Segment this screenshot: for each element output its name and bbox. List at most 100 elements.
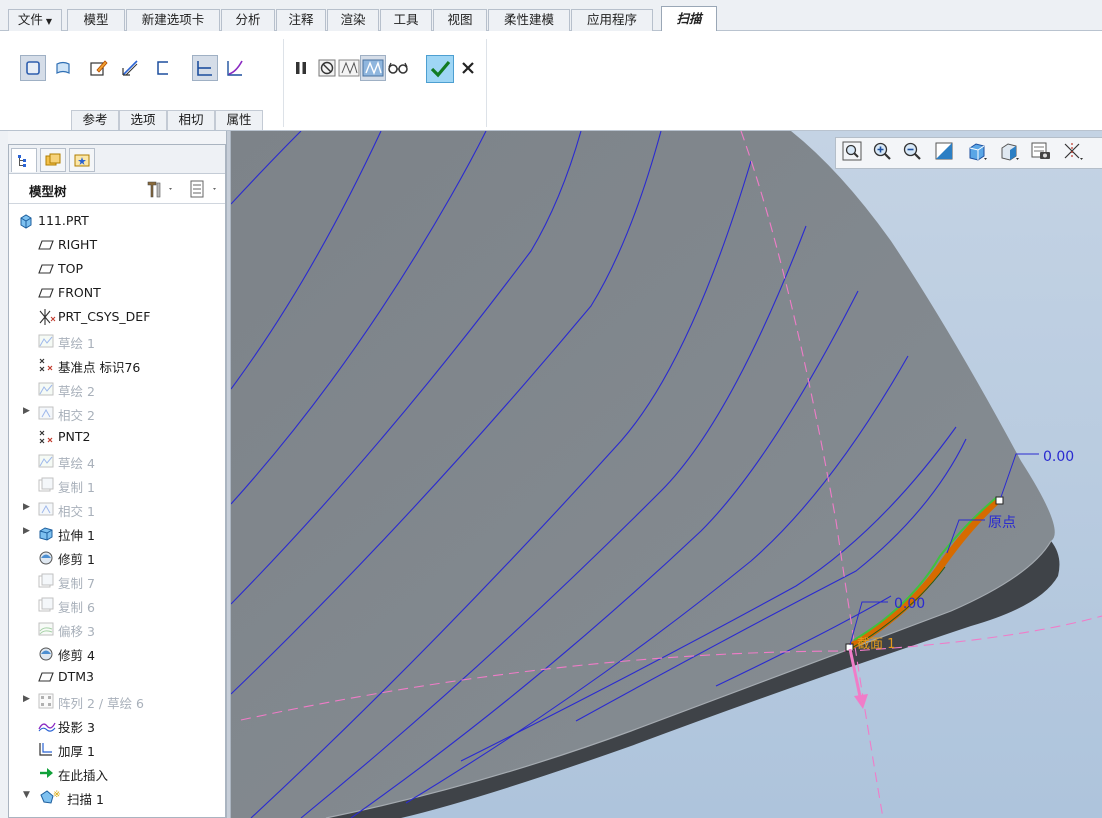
dimension-bottom[interactable]: 0.00	[894, 596, 925, 612]
tree-item[interactable]: 复制 1	[9, 473, 225, 497]
tree-item[interactable]: 修剪 1	[9, 545, 225, 569]
tree-item-label: PNT2	[58, 429, 91, 444]
tree-item-label: 拉伸 1	[58, 528, 95, 543]
preview-geometry-button[interactable]	[336, 55, 362, 81]
tree-item[interactable]: 加厚 1	[9, 737, 225, 761]
graphics-window[interactable]: 0.00 0.00 原点 截面 1	[231, 131, 1102, 818]
tab-file[interactable]: 文件 ▼	[8, 9, 62, 31]
tree-item-label: 基准点 标识76	[58, 360, 141, 375]
model-tree-header: 模型树	[9, 174, 225, 204]
ok-button[interactable]	[426, 55, 454, 83]
subtab-tangency-label: 相切	[178, 112, 204, 127]
tree-item[interactable]: ▶ 拉伸 1	[9, 521, 225, 545]
tree-item[interactable]: 草绘 1	[9, 329, 225, 353]
section-label[interactable]: 截面 1	[857, 637, 895, 652]
tab-folder-browser[interactable]	[40, 148, 66, 172]
zoom-out-button[interactable]	[902, 141, 928, 167]
expand-arrow-icon[interactable]: ▶	[23, 502, 33, 514]
tab-sweep[interactable]: 扫描	[661, 6, 717, 32]
solid-button[interactable]	[20, 55, 46, 81]
insert-here-icon	[38, 765, 54, 781]
datum-display-button[interactable]	[1062, 141, 1088, 167]
tree-item[interactable]: ▶ 相交 1	[9, 497, 225, 521]
expand-arrow-icon[interactable]: ▶	[23, 694, 33, 706]
surface-button[interactable]	[50, 55, 76, 81]
favorites-icon	[74, 154, 90, 167]
subtab-references[interactable]: 参考	[71, 110, 119, 130]
sketch-edit-icon	[90, 60, 108, 76]
intersect-icon	[38, 501, 54, 517]
tab-render[interactable]: 渲染	[327, 9, 379, 31]
sketch-icon	[38, 333, 54, 349]
tab-favorites[interactable]	[69, 148, 95, 172]
tree-item[interactable]: ▶ 相交 2	[9, 401, 225, 425]
trajectory-end-handle[interactable]	[995, 496, 1004, 505]
tree-item[interactable]: ▶ 阵列 2 / 草绘 6	[9, 689, 225, 713]
repaint-button[interactable]	[934, 141, 960, 167]
tree-item[interactable]: 草绘 2	[9, 377, 225, 401]
tree-item[interactable]: ▼ ※ 扫描 1	[9, 785, 225, 809]
variable-section-button[interactable]	[222, 55, 248, 81]
tab-applications[interactable]: 应用程序	[571, 9, 653, 31]
tree-item[interactable]: PNT2	[9, 425, 225, 449]
display-style-button[interactable]	[966, 141, 992, 167]
copy-icon	[38, 573, 54, 589]
copy-icon	[38, 477, 54, 493]
tab-analysis[interactable]: 分析	[221, 9, 275, 31]
tab-model[interactable]: 模型	[67, 9, 125, 31]
extrude-icon	[38, 525, 54, 541]
thicken-sketch-button[interactable]	[117, 55, 143, 81]
saved-orientations-button[interactable]	[998, 141, 1024, 167]
expand-arrow-icon[interactable]: ▶	[23, 406, 33, 418]
pause-button[interactable]	[288, 55, 314, 81]
tree-item-label: 111.PRT	[38, 213, 89, 228]
tab-annotate[interactable]: 注释	[276, 9, 326, 31]
saved-views-icon	[1001, 143, 1019, 161]
tree-item[interactable]: PRT_CSYS_DEF	[9, 305, 225, 329]
verify-mode-button[interactable]	[385, 55, 411, 81]
zoom-in-button[interactable]	[872, 141, 898, 167]
tree-item[interactable]: RIGHT	[9, 233, 225, 257]
subtab-references-label: 参考	[82, 112, 108, 127]
constant-section-button[interactable]	[192, 55, 218, 81]
remove-material-button[interactable]	[150, 55, 176, 81]
tab-new-tab[interactable]: 新建选项卡	[126, 9, 220, 31]
tree-item[interactable]: 修剪 4	[9, 641, 225, 665]
tree-item[interactable]: 在此插入	[9, 761, 225, 785]
preview-feature-button[interactable]	[360, 55, 386, 81]
refit-button[interactable]	[842, 141, 868, 167]
subtab-tangency[interactable]: 相切	[167, 110, 215, 130]
tree-item-label: 加厚 1	[58, 744, 95, 759]
tree-settings-button[interactable]	[145, 179, 177, 202]
tree-item[interactable]: 复制 6	[9, 593, 225, 617]
tree-item[interactable]: 投影 3	[9, 713, 225, 737]
tab-sweep-label: 扫描	[676, 11, 702, 26]
collapse-arrow-icon[interactable]: ▼	[23, 790, 33, 802]
subtab-properties[interactable]: 属性	[215, 110, 263, 130]
view-manager-button[interactable]	[1030, 141, 1056, 167]
tree-item[interactable]: 复制 7	[9, 569, 225, 593]
datum-plane-icon	[38, 285, 54, 301]
dimension-top[interactable]: 0.00	[1043, 449, 1074, 465]
expand-arrow-icon[interactable]: ▶	[23, 526, 33, 538]
create-edit-section-button[interactable]	[85, 55, 111, 81]
remove-material-icon	[157, 61, 168, 75]
show-list-icon	[190, 180, 216, 198]
tree-item[interactable]: 草绘 4	[9, 449, 225, 473]
tree-item[interactable]: FRONT	[9, 281, 225, 305]
subtab-options[interactable]: 选项	[119, 110, 167, 130]
tab-tools[interactable]: 工具	[380, 9, 432, 31]
tree-item[interactable]: 偏移 3	[9, 617, 225, 641]
tab-flexible-modeling[interactable]: 柔性建模	[488, 9, 570, 31]
tree-item[interactable]: TOP	[9, 257, 225, 281]
cancel-button[interactable]	[455, 55, 481, 81]
tree-item[interactable]: 111.PRT	[9, 209, 225, 233]
origin-label[interactable]: 原点	[988, 515, 1016, 531]
tree-show-button[interactable]	[189, 179, 221, 202]
tree-item[interactable]: 基准点 标识76	[9, 353, 225, 377]
refit-icon	[842, 141, 862, 161]
tab-view[interactable]: 视图	[433, 9, 487, 31]
tree-item-label: 阵列 2 / 草绘 6	[58, 696, 145, 711]
tab-model-tree[interactable]	[11, 148, 37, 172]
tree-item[interactable]: DTM3	[9, 665, 225, 689]
